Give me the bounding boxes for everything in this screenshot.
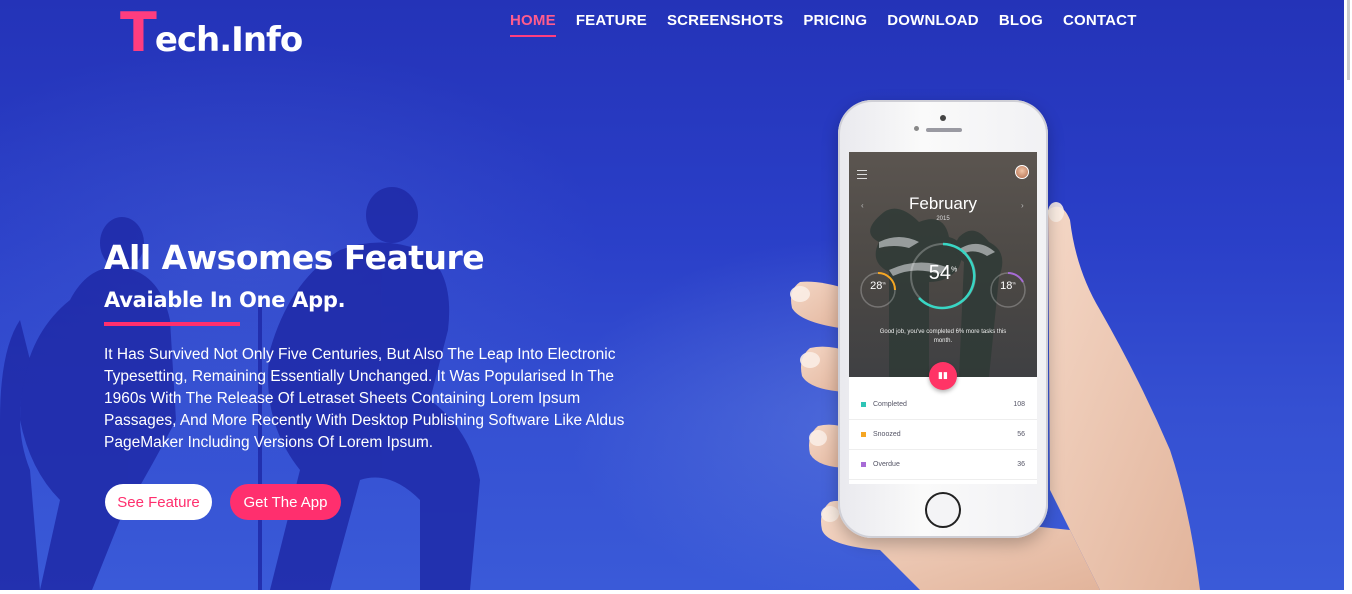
stats-fab-button[interactable]: ▮▮ xyxy=(929,362,957,390)
nav-blog[interactable]: BLOG xyxy=(999,12,1043,35)
logo-text: ech.Info xyxy=(154,20,303,60)
list-item-value: 108 xyxy=(1013,401,1025,408)
phone-home-button xyxy=(925,492,961,528)
nav-contact[interactable]: CONTACT xyxy=(1063,12,1137,35)
nav-pricing[interactable]: PRICING xyxy=(803,12,867,35)
phone-mockup: February 2015 ‹ › 54% 28% 18% Good job, … xyxy=(838,100,1048,538)
svg-text:‹: ‹ xyxy=(861,201,864,210)
hero-subheadline: Avaiable In One App. xyxy=(104,288,346,312)
task-list: Completed 108 Snoozed 56 Overdue 36 xyxy=(849,390,1037,480)
phone-speaker xyxy=(926,128,962,132)
status-dot xyxy=(861,462,866,467)
list-item[interactable]: Completed 108 xyxy=(849,390,1037,420)
get-the-app-button[interactable]: Get The App xyxy=(230,484,341,520)
main-nav: HOME FEATURE SCREENSHOTS PRICING DOWNLOA… xyxy=(510,12,1137,37)
phone-screen: February 2015 ‹ › 54% 28% 18% Good job, … xyxy=(849,152,1037,484)
list-item-label: Overdue xyxy=(873,461,900,468)
status-dot xyxy=(861,402,866,407)
main-progress-value: 54% xyxy=(928,262,958,284)
list-item[interactable]: Snoozed 56 xyxy=(849,420,1037,450)
list-item-value: 56 xyxy=(1017,431,1025,438)
phone-sensor xyxy=(914,126,919,131)
hero-headline: All Awsomes Feature xyxy=(104,238,485,277)
list-item-label: Snoozed xyxy=(873,431,901,438)
nav-feature[interactable]: FEATURE xyxy=(576,12,647,35)
scrollbar-track[interactable] xyxy=(1344,0,1352,590)
scrollbar-thumb[interactable] xyxy=(1347,0,1350,80)
nav-screenshots[interactable]: SCREENSHOTS xyxy=(667,12,783,35)
phone-camera xyxy=(940,115,946,121)
site-logo[interactable]: T ech.Info xyxy=(120,1,303,66)
headline-underline xyxy=(104,322,240,326)
left-progress-value: 28% xyxy=(870,280,886,292)
status-dot xyxy=(861,432,866,437)
see-feature-button[interactable]: See Feature xyxy=(105,484,212,520)
list-item-value: 36 xyxy=(1017,461,1025,468)
list-item-label: Completed xyxy=(873,401,907,408)
logo-initial: T xyxy=(120,1,157,64)
hero-description: It Has Survived Not Only Five Centuries,… xyxy=(104,346,625,451)
list-item[interactable]: Overdue 36 xyxy=(849,450,1037,480)
hero-section: T ech.Info HOME FEATURE SCREENSHOTS PRIC… xyxy=(0,0,1352,590)
progress-message: Good job, you've completed 6% more tasks… xyxy=(879,329,1007,344)
app-header-image: February 2015 ‹ › 54% 28% 18% Good job, … xyxy=(849,152,1037,377)
nav-download[interactable]: DOWNLOAD xyxy=(887,12,979,35)
nav-home[interactable]: HOME xyxy=(510,12,556,37)
svg-text:›: › xyxy=(1021,201,1024,210)
right-progress-value: 18% xyxy=(1000,280,1016,292)
